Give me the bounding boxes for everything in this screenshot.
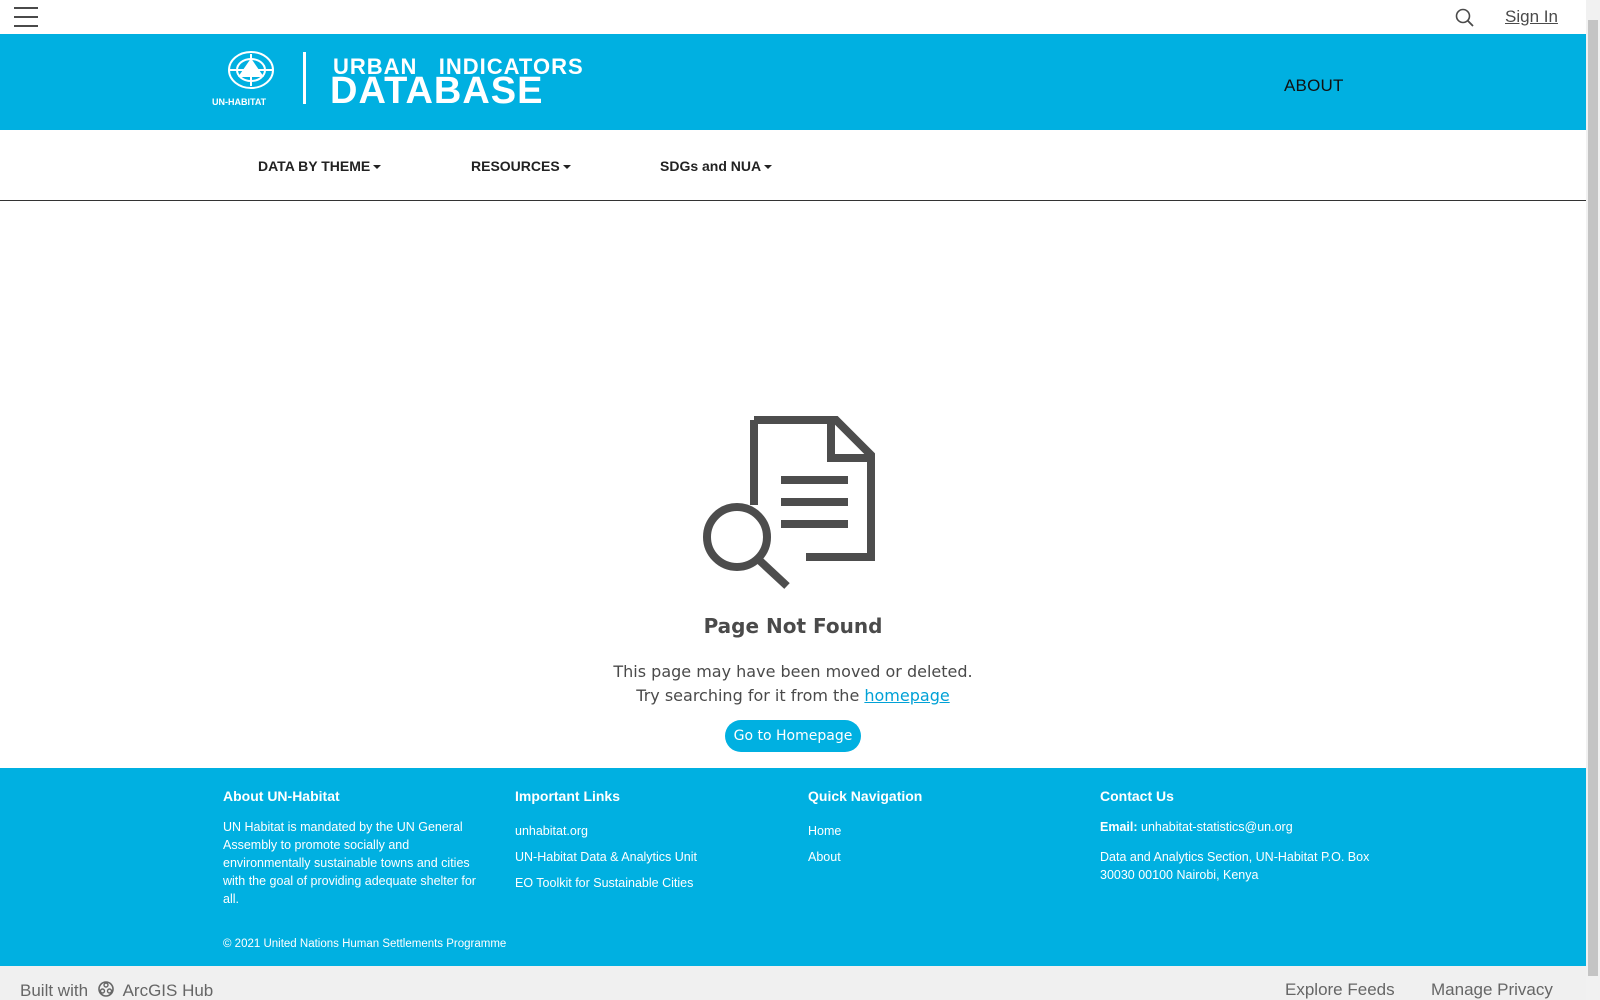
footer-contact-column: Contact Us Email: unhabitat-statistics@u…	[1100, 788, 1370, 884]
hub-bar: Built with ArcGIS Hub Explore Feeds Mana…	[0, 966, 1586, 1000]
footer-links-heading: Important Links	[515, 788, 621, 804]
about-link[interactable]: ABOUT	[1284, 76, 1344, 96]
email-link[interactable]: unhabitat-statistics@un.org	[1141, 820, 1293, 834]
footer-quicknav-column: Quick Navigation Home About	[808, 788, 1078, 874]
homepage-link[interactable]: homepage	[864, 686, 949, 705]
footer-copyright: © 2021 United Nations Human Settlements …	[223, 938, 507, 950]
hamburger-menu-icon[interactable]	[14, 7, 38, 27]
hint-prefix: Try searching for it from the	[636, 686, 865, 705]
page-not-found-title: Page Not Found	[703, 614, 883, 638]
explore-feeds-link[interactable]: Explore Feeds	[1285, 980, 1395, 1000]
nav-label: SDGs and NUA	[660, 158, 762, 174]
footer-nav-about[interactable]: About	[808, 848, 1078, 866]
scrollbar-thumb[interactable]	[1588, 20, 1598, 976]
nav-label: RESOURCES	[471, 158, 560, 174]
email-label: Email:	[1100, 820, 1138, 834]
sign-in-link[interactable]: Sign In	[1505, 7, 1558, 27]
logo-line2-text: DATABASE	[330, 70, 543, 108]
caret-down-icon	[764, 165, 773, 170]
nav-data-by-theme[interactable]: DATA BY THEME	[258, 158, 382, 174]
footer-nav-home[interactable]: Home	[808, 822, 1078, 840]
caret-down-icon	[562, 165, 571, 170]
page-scrollbar[interactable]	[1586, 0, 1600, 1000]
not-found-message: This page may have been moved or deleted…	[613, 662, 973, 681]
footer-about-text: UN Habitat is mandated by the UN General…	[223, 820, 476, 906]
built-with-arcgis-hub[interactable]: Built with ArcGIS Hub	[20, 980, 213, 1000]
nav-resources[interactable]: RESOURCES	[471, 158, 571, 174]
site-banner: UN-HABITAT URBAN INDICATORS DATABASE ABO…	[0, 34, 1586, 130]
built-prefix: Built with	[20, 981, 89, 1000]
footer-quicknav-heading: Quick Navigation	[808, 788, 923, 804]
footer-contact-heading: Contact Us	[1100, 788, 1174, 804]
not-found-hint: Try searching for it from the homepage	[0, 686, 1586, 705]
footer-contact-email: Email: unhabitat-statistics@un.org	[1100, 818, 1370, 836]
un-habitat-emblem-icon	[228, 51, 274, 89]
site-footer: About UN-Habitat UN Habitat is mandated …	[0, 768, 1586, 966]
logo-org-text: UN-HABITAT	[212, 97, 267, 107]
footer-links-column: Important Links unhabitat.org UN-Habitat…	[515, 788, 785, 900]
arcgis-hub-icon	[97, 980, 115, 998]
footer-about-heading: About UN-Habitat	[223, 788, 340, 804]
document-search-icon	[703, 416, 875, 590]
nav-label: DATA BY THEME	[258, 158, 371, 174]
manage-privacy-link[interactable]: Manage Privacy	[1431, 980, 1553, 1000]
hub-name: ArcGIS Hub	[122, 981, 214, 1000]
search-icon[interactable]	[1453, 6, 1477, 30]
footer-contact-address: Data and Analytics Section, UN-Habitat P…	[1100, 850, 1370, 882]
go-to-homepage-button[interactable]: Go to Homepage	[725, 720, 861, 752]
footer-link-data-analytics[interactable]: UN-Habitat Data & Analytics Unit	[515, 848, 785, 866]
main-navbar: DATA BY THEME RESOURCES SDGs and NUA	[0, 130, 1586, 201]
nav-sdgs-and-nua[interactable]: SDGs and NUA	[660, 158, 773, 174]
urban-indicators-logo[interactable]: UN-HABITAT URBAN INDICATORS DATABASE	[212, 48, 617, 112]
top-utility-bar: Sign In	[0, 0, 1586, 34]
caret-down-icon	[373, 165, 382, 170]
footer-about-column: About UN-Habitat UN Habitat is mandated …	[223, 788, 493, 908]
footer-link-unhabitat[interactable]: unhabitat.org	[515, 822, 785, 840]
footer-link-eo-toolkit[interactable]: EO Toolkit for Sustainable Cities	[515, 874, 785, 892]
